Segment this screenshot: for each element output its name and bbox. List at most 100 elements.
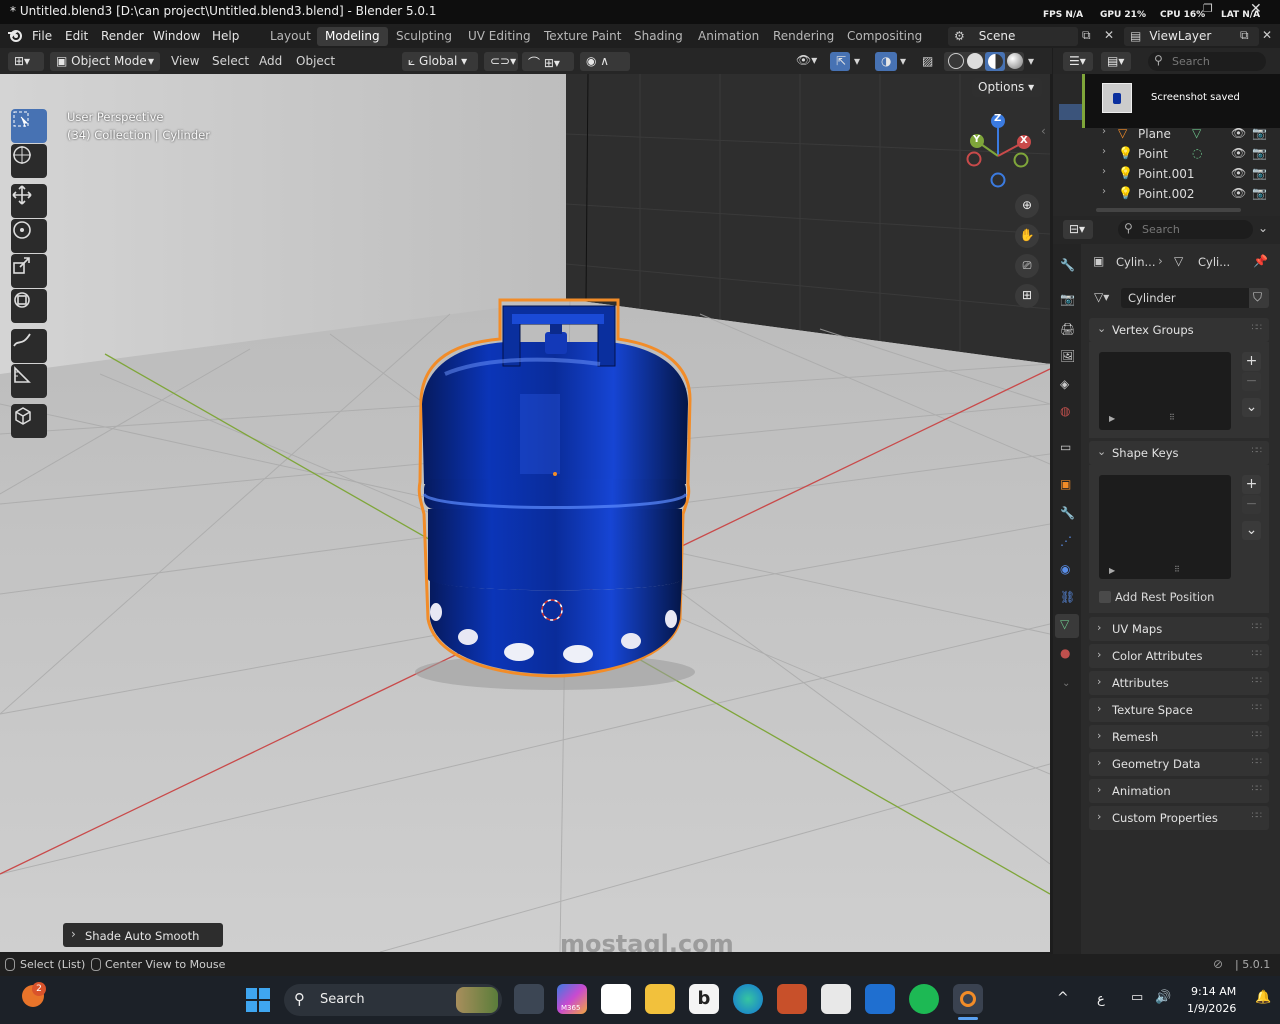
remove-shape-key-button[interactable]: − bbox=[1242, 495, 1261, 514]
drag-handle-icon[interactable]: ∷∷ bbox=[1252, 649, 1263, 659]
clock-time[interactable]: 9:14 AM bbox=[1191, 985, 1236, 998]
tab-shading[interactable]: Shading bbox=[626, 27, 691, 46]
outliner-editor-type[interactable]: ☰▾ bbox=[1063, 52, 1093, 71]
drag-handle-icon[interactable]: ∷∷ bbox=[1252, 703, 1263, 713]
clock-date[interactable]: 1/9/2026 bbox=[1187, 1002, 1236, 1015]
m365-icon[interactable]: M365 bbox=[557, 984, 587, 1014]
overlay-dropdown-icon[interactable]: ▾ bbox=[900, 54, 906, 68]
material-shading-button[interactable] bbox=[985, 52, 1005, 71]
eye-icon[interactable]: 👁 bbox=[1231, 126, 1246, 140]
menu-help[interactable]: Help bbox=[212, 29, 239, 43]
gizmo-dropdown-icon[interactable]: ▾ bbox=[854, 54, 860, 68]
select-box-tool[interactable] bbox=[11, 109, 47, 143]
move-tool[interactable] bbox=[11, 184, 47, 218]
menu-object[interactable]: Object bbox=[296, 54, 335, 68]
camera-icon[interactable]: 📷 bbox=[1252, 166, 1267, 180]
wireframe-shading-icon[interactable] bbox=[948, 53, 964, 69]
file-explorer-icon[interactable] bbox=[645, 984, 675, 1014]
mesh-data-name-field[interactable]: Cylinder bbox=[1121, 288, 1249, 308]
add-vertex-group-button[interactable]: + bbox=[1242, 352, 1261, 371]
physics-tab-icon[interactable]: ◉ bbox=[1060, 562, 1070, 576]
gizmo-toggle[interactable]: ⇱ bbox=[830, 52, 850, 71]
panel-custom-properties[interactable]: › Custom Properties ∷∷ bbox=[1089, 806, 1269, 830]
transform-tool[interactable] bbox=[11, 289, 47, 323]
tab-rendering[interactable]: Rendering bbox=[765, 27, 842, 46]
cursor-tool[interactable] bbox=[11, 144, 47, 178]
blender-logo-icon[interactable] bbox=[7, 27, 23, 43]
delete-view-layer-icon[interactable]: ✕ bbox=[1262, 28, 1272, 42]
camera-icon[interactable]: 📷 bbox=[1252, 126, 1267, 140]
light-data-icon[interactable]: ◌ bbox=[1192, 146, 1202, 160]
game-app-icon[interactable] bbox=[777, 984, 807, 1014]
drag-handle-icon[interactable]: ∷∷ bbox=[1252, 811, 1263, 821]
blender-taskbar-icon[interactable] bbox=[953, 984, 983, 1014]
view-layer-selector[interactable]: ▤ ViewLayer bbox=[1124, 27, 1259, 46]
properties-editor-type[interactable]: ⊟▾ bbox=[1063, 220, 1093, 239]
menu-file[interactable]: File bbox=[32, 29, 52, 43]
vertex-groups-list[interactable]: ▶ ⠿ bbox=[1099, 352, 1231, 430]
windows-start-icon[interactable] bbox=[246, 988, 270, 1012]
tray-overflow-icon[interactable]: ^ bbox=[1057, 990, 1069, 1006]
panel-texture-space[interactable]: › Texture Space ∷∷ bbox=[1089, 698, 1269, 722]
panel-animation[interactable]: › Animation ∷∷ bbox=[1089, 779, 1269, 803]
panel-shape-keys[interactable]: ⌄ Shape Keys ∷∷ bbox=[1089, 441, 1269, 465]
fake-user-button[interactable]: ⛉ bbox=[1249, 288, 1269, 308]
drag-handle-icon[interactable]: ∷∷ bbox=[1252, 446, 1263, 456]
last-operator-panel[interactable]: › Shade Auto Smooth bbox=[63, 923, 223, 947]
shading-dropdown-icon[interactable]: ▾ bbox=[1028, 54, 1034, 68]
display-mode-selector[interactable]: ▤▾ bbox=[1101, 52, 1131, 71]
microsoft-store-icon[interactable] bbox=[821, 984, 851, 1014]
restore-icon[interactable]: ❐ bbox=[1203, 2, 1213, 15]
new-view-layer-icon[interactable]: ⧉ bbox=[1240, 28, 1249, 43]
drag-handle-icon[interactable]: ∷∷ bbox=[1252, 323, 1263, 333]
expand-arrow-icon[interactable]: › bbox=[1102, 186, 1106, 197]
menu-edit[interactable]: Edit bbox=[65, 29, 88, 43]
shape-keys-list[interactable]: ▶ ⠿ bbox=[1099, 475, 1231, 579]
google-drive-icon[interactable] bbox=[601, 984, 631, 1014]
language-indicator[interactable]: ع bbox=[1097, 992, 1105, 1007]
delete-scene-icon[interactable]: ✕ bbox=[1104, 28, 1114, 42]
add-cube-tool[interactable] bbox=[11, 404, 47, 438]
taskbar-search[interactable]: ⚲ Search bbox=[284, 984, 502, 1016]
outliner-search[interactable]: ⚲ Search bbox=[1148, 52, 1266, 71]
render-tab-icon[interactable]: 📷 bbox=[1060, 292, 1075, 306]
snap-toggle[interactable]: ⌒ ⊞▾ bbox=[522, 52, 574, 71]
menu-window[interactable]: Window bbox=[153, 29, 200, 43]
panel-vertex-groups[interactable]: ⌄ Vertex Groups ∷∷ bbox=[1089, 318, 1269, 342]
object-tab-icon[interactable]: ▣ bbox=[1060, 477, 1071, 491]
list-expand-icon[interactable]: ▶ bbox=[1109, 566, 1115, 575]
eye-icon[interactable]: 👁 bbox=[1231, 186, 1246, 200]
outliner-scrollbar[interactable] bbox=[1096, 208, 1241, 212]
spotify-icon[interactable] bbox=[909, 984, 939, 1014]
menu-add[interactable]: Add bbox=[259, 54, 282, 68]
camera-icon[interactable]: 📷 bbox=[1252, 146, 1267, 160]
zoom-icon[interactable]: ⊕ bbox=[1015, 194, 1039, 218]
more-tabs-icon[interactable]: ⌄ bbox=[1062, 678, 1070, 689]
panel-attributes[interactable]: › Attributes ∷∷ bbox=[1089, 671, 1269, 695]
task-view-icon[interactable] bbox=[514, 984, 544, 1014]
options-button[interactable]: Options ▾ bbox=[972, 78, 1042, 97]
collection-tab-icon[interactable]: ▭ bbox=[1060, 440, 1071, 454]
add-shape-key-button[interactable]: + bbox=[1242, 475, 1261, 494]
shape-key-specials-button[interactable]: ⌄ bbox=[1242, 521, 1261, 540]
overlay-toggle[interactable]: ◑ bbox=[875, 52, 897, 71]
panel-uv-maps[interactable]: › UV Maps ∷∷ bbox=[1089, 617, 1269, 641]
tab-uv-editing[interactable]: UV Editing bbox=[460, 27, 539, 46]
material-tab-icon[interactable]: ● bbox=[1060, 646, 1070, 660]
expand-arrow-icon[interactable]: › bbox=[1102, 166, 1106, 177]
xray-icon[interactable]: ▨ bbox=[922, 54, 933, 68]
3d-viewport[interactable]: User Perspective (34) Collection | Cylin… bbox=[0, 74, 1050, 952]
scene-tab-icon[interactable]: ◈ bbox=[1060, 377, 1069, 391]
add-rest-position-checkbox[interactable] bbox=[1099, 591, 1111, 603]
sidebar-toggle-icon[interactable]: ‹ bbox=[1041, 124, 1046, 138]
tool-tab-icon[interactable]: 🔧 bbox=[1060, 258, 1075, 272]
eye-icon[interactable]: 👁 bbox=[1231, 166, 1246, 180]
panel-color-attributes[interactable]: › Color Attributes ∷∷ bbox=[1089, 644, 1269, 668]
volume-icon[interactable]: 🔊 bbox=[1155, 990, 1171, 1005]
proportional-edit-toggle[interactable]: ◉ ∧ bbox=[580, 52, 630, 71]
drag-handle-icon[interactable]: ∷∷ bbox=[1252, 676, 1263, 686]
network-icon[interactable]: ▭ bbox=[1131, 990, 1143, 1005]
list-expand-icon[interactable]: ▶ bbox=[1109, 414, 1115, 423]
pan-hand-icon[interactable]: ✋ bbox=[1015, 224, 1039, 248]
rendered-shading-icon[interactable] bbox=[1007, 53, 1023, 69]
